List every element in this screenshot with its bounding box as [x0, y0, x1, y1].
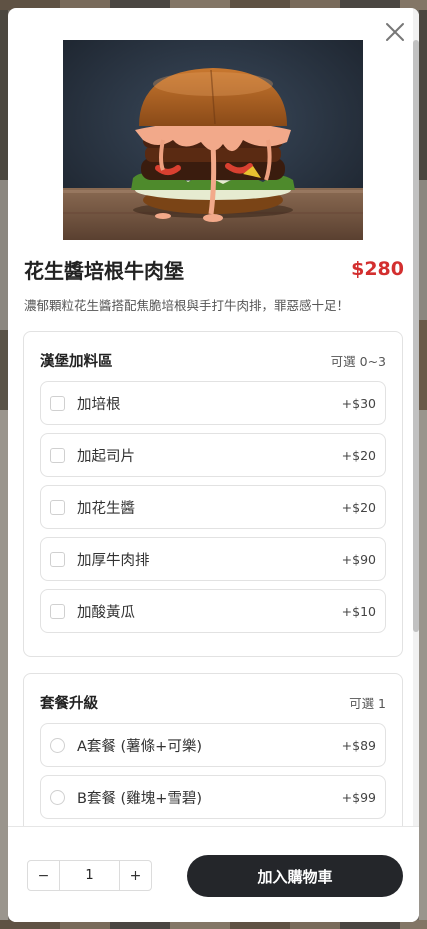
background-page-left [0, 10, 8, 920]
burger-illustration [63, 40, 363, 240]
combo-group-header: 套餐升級 可選 1 [40, 692, 386, 713]
radio-button[interactable] [50, 737, 65, 753]
increase-quantity-button[interactable]: + [120, 861, 151, 890]
option-price: +$30 [341, 395, 376, 411]
option-price: +$90 [341, 551, 376, 567]
option-price: +$20 [341, 499, 376, 515]
option-label: 加厚牛肉排 [77, 552, 150, 569]
scrollbar-thumb[interactable] [413, 40, 419, 632]
checkbox[interactable] [50, 395, 65, 411]
checkbox[interactable] [50, 447, 65, 463]
addons-group-limit: 可選 0~3 [330, 354, 386, 369]
addons-group-header: 漢堡加料區 可選 0~3 [40, 350, 386, 371]
add-to-cart-button[interactable]: 加入購物車 [187, 855, 403, 897]
product-header: 花生醬培根牛肉堡 $280 [24, 254, 404, 284]
checkbox[interactable] [50, 603, 65, 619]
quantity-stepper: − 1 + [27, 860, 152, 891]
option-price: +$99 [341, 789, 376, 805]
background-page-right [419, 10, 427, 920]
combo-option-b[interactable]: B套餐 (雞塊+雪碧) +$99 [40, 775, 386, 819]
option-price: +$89 [341, 737, 376, 753]
modal-footer: − 1 + 加入購物車 [8, 826, 419, 922]
combo-group: 套餐升級 可選 1 A套餐 (薯條+可樂) +$89 B套餐 (雞塊+雪碧) +… [23, 673, 403, 826]
decrease-quantity-button[interactable]: − [28, 861, 59, 890]
option-label: A套餐 (薯條+可樂) [77, 738, 202, 755]
option-label: 加起司片 [77, 448, 135, 465]
option-price: +$20 [341, 447, 376, 463]
addons-group: 漢堡加料區 可選 0~3 加培根 +$30 加起司片 +$20 加花生醬 +$2… [23, 331, 403, 657]
product-price: $280 [351, 258, 404, 280]
checkbox[interactable] [50, 551, 65, 567]
option-price: +$10 [341, 603, 376, 619]
close-button[interactable] [383, 20, 407, 44]
product-modal: 花生醬培根牛肉堡 $280 濃郁顆粒花生醬搭配焦脆培根與手打牛肉排，罪惡感十足！… [8, 8, 419, 922]
option-label: 加培根 [77, 396, 121, 413]
addons-group-title: 漢堡加料區 [40, 354, 113, 370]
addon-option-bacon[interactable]: 加培根 +$30 [40, 381, 386, 425]
close-icon [386, 23, 404, 41]
option-label: 加花生醬 [77, 500, 135, 517]
checkbox[interactable] [50, 499, 65, 515]
option-label: 加酸黃瓜 [77, 604, 135, 621]
product-image [63, 40, 363, 240]
quantity-input[interactable]: 1 [59, 861, 120, 890]
combo-group-title: 套餐升級 [40, 696, 98, 712]
option-label: B套餐 (雞塊+雪碧) [77, 790, 203, 807]
addon-option-thick-patty[interactable]: 加厚牛肉排 +$90 [40, 537, 386, 581]
addon-option-pickles[interactable]: 加酸黃瓜 +$10 [40, 589, 386, 633]
addon-option-cheese[interactable]: 加起司片 +$20 [40, 433, 386, 477]
product-title: 花生醬培根牛肉堡 [24, 258, 184, 283]
combo-group-limit: 可選 1 [349, 696, 386, 711]
addon-option-peanut-butter[interactable]: 加花生醬 +$20 [40, 485, 386, 529]
combo-option-a[interactable]: A套餐 (薯條+可樂) +$89 [40, 723, 386, 767]
radio-button[interactable] [50, 789, 65, 805]
product-description: 濃郁顆粒花生醬搭配焦脆培根與手打牛肉排，罪惡感十足！ [24, 298, 350, 313]
modal-scroll-area[interactable]: 花生醬培根牛肉堡 $280 濃郁顆粒花生醬搭配焦脆培根與手打牛肉排，罪惡感十足！… [8, 8, 419, 826]
